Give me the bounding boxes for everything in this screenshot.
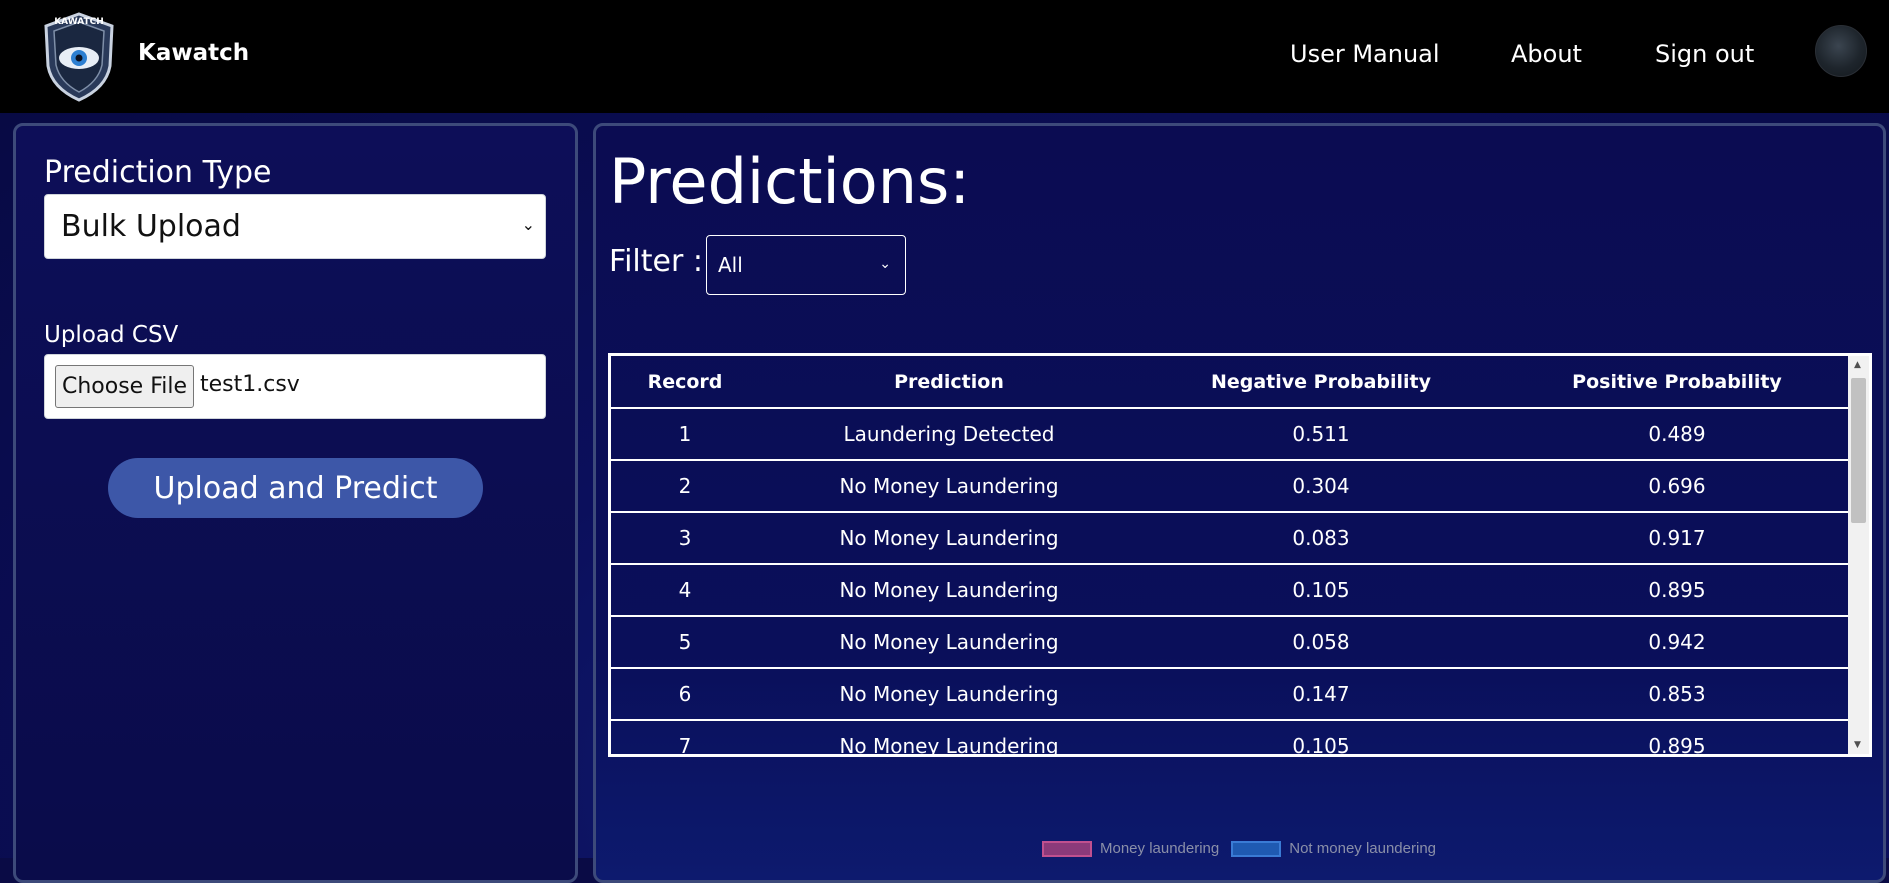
table-row: 4 No Money Laundering 0.105 0.895 <box>611 564 1851 617</box>
cell-record: 1 <box>611 408 759 461</box>
cell-negative-probability: 0.511 <box>1139 408 1503 461</box>
kawatch-logo[interactable]: KAWATCH <box>40 10 118 104</box>
table-header-row: Record Prediction Negative Probability P… <box>611 356 1851 409</box>
cell-prediction: No Money Laundering <box>759 720 1139 754</box>
legend-label-not-money-laundering[interactable]: Not money laundering <box>1289 840 1436 857</box>
cell-positive-probability: 0.895 <box>1503 564 1851 617</box>
cell-prediction: No Money Laundering <box>759 512 1139 565</box>
upload-csv-label: Upload CSV <box>44 322 179 348</box>
header-positive-probability: Positive Probability <box>1503 356 1851 409</box>
cell-negative-probability: 0.304 <box>1139 460 1503 513</box>
user-avatar[interactable] <box>1815 25 1867 77</box>
table-row: 5 No Money Laundering 0.058 0.942 <box>611 616 1851 669</box>
table-row: 1 Laundering Detected 0.511 0.489 <box>611 408 1851 461</box>
cell-positive-probability: 0.895 <box>1503 720 1851 754</box>
header-prediction: Prediction <box>759 356 1139 409</box>
predictions-table[interactable]: Record Prediction Negative Probability P… <box>608 353 1872 757</box>
table-scrollbar[interactable]: ▲ ▼ <box>1848 356 1869 754</box>
cell-positive-probability: 0.696 <box>1503 460 1851 513</box>
table-row: 7 No Money Laundering 0.105 0.895 <box>611 720 1851 754</box>
legend-label-money-laundering[interactable]: Money laundering <box>1100 840 1219 857</box>
cell-record: 3 <box>611 512 759 565</box>
cell-record: 2 <box>611 460 759 513</box>
filter-select[interactable]: All ⌄ <box>706 235 906 295</box>
scrollbar-thumb[interactable] <box>1851 378 1866 523</box>
cell-record: 5 <box>611 616 759 669</box>
cell-positive-probability: 0.489 <box>1503 408 1851 461</box>
table-row: 3 No Money Laundering 0.083 0.917 <box>611 512 1851 565</box>
nav-sign-out[interactable]: Sign out <box>1655 40 1754 68</box>
cell-record: 4 <box>611 564 759 617</box>
header-record: Record <box>611 356 759 409</box>
chevron-down-icon: ⌄ <box>879 256 891 272</box>
scroll-up-arrow-icon[interactable]: ▲ <box>1854 360 1861 370</box>
choose-file-button[interactable]: Choose File <box>55 365 194 408</box>
chevron-down-icon: ⌄ <box>521 215 535 234</box>
cell-positive-probability: 0.942 <box>1503 616 1851 669</box>
cell-negative-probability: 0.083 <box>1139 512 1503 565</box>
page-title: Predictions: <box>609 145 971 218</box>
prediction-type-value: Bulk Upload <box>61 209 241 244</box>
cell-record: 6 <box>611 668 759 721</box>
cell-negative-probability: 0.058 <box>1139 616 1503 669</box>
cell-prediction: No Money Laundering <box>759 668 1139 721</box>
selected-file-name: test1.csv <box>200 372 300 397</box>
chart-legend: Money laundering Not money laundering <box>1042 840 1436 857</box>
legend-swatch-money-laundering[interactable] <box>1042 840 1092 857</box>
scroll-down-arrow-icon[interactable]: ▼ <box>1854 740 1861 750</box>
upload-and-predict-button[interactable]: Upload and Predict <box>108 458 483 518</box>
prediction-type-select[interactable]: Bulk Upload ⌄ <box>44 194 546 259</box>
filter-label: Filter : <box>609 244 703 279</box>
svg-text:KAWATCH: KAWATCH <box>54 17 104 27</box>
cell-negative-probability: 0.105 <box>1139 720 1503 754</box>
brand-name[interactable]: Kawatch <box>138 40 249 66</box>
filter-value: All <box>718 253 743 277</box>
top-navbar: KAWATCH Kawatch User Manual About Sign o… <box>0 0 1889 113</box>
nav-user-manual[interactable]: User Manual <box>1290 40 1440 68</box>
header-negative-probability: Negative Probability <box>1139 356 1503 409</box>
nav-about[interactable]: About <box>1511 40 1582 68</box>
table-row: 2 No Money Laundering 0.304 0.696 <box>611 460 1851 513</box>
legend-swatch-not-money-laundering[interactable] <box>1231 840 1282 857</box>
table-row: 6 No Money Laundering 0.147 0.853 <box>611 668 1851 721</box>
csv-file-input[interactable]: Choose File test1.csv <box>44 354 546 419</box>
cell-prediction: No Money Laundering <box>759 460 1139 513</box>
cell-prediction: No Money Laundering <box>759 616 1139 669</box>
cell-negative-probability: 0.147 <box>1139 668 1503 721</box>
cell-positive-probability: 0.917 <box>1503 512 1851 565</box>
cell-prediction: Laundering Detected <box>759 408 1139 461</box>
cell-record: 7 <box>611 720 759 754</box>
prediction-type-label: Prediction Type <box>44 155 272 190</box>
cell-positive-probability: 0.853 <box>1503 668 1851 721</box>
cell-negative-probability: 0.105 <box>1139 564 1503 617</box>
cell-prediction: No Money Laundering <box>759 564 1139 617</box>
